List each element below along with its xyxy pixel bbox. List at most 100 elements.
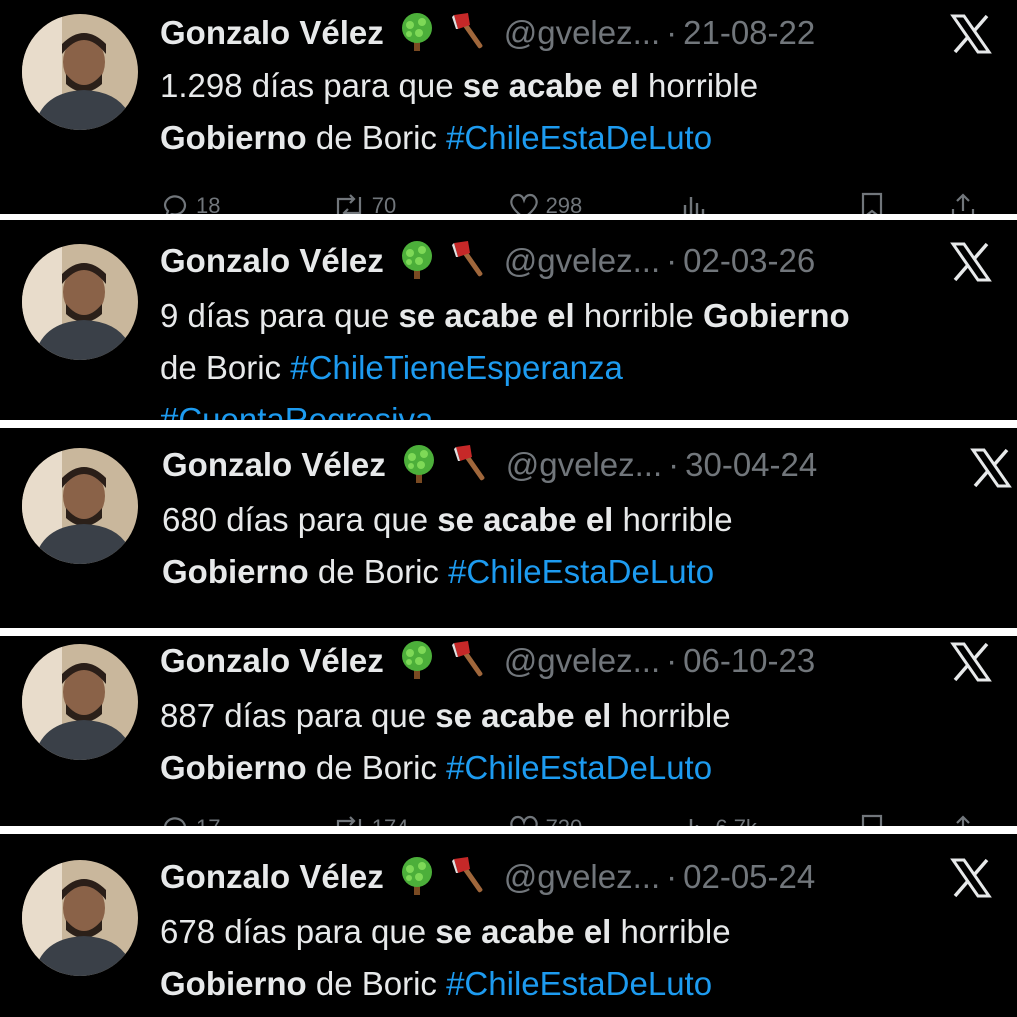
user-handle[interactable]: @gvelez... — [504, 642, 660, 680]
reply-count: 18 — [196, 193, 221, 214]
avatar[interactable] — [22, 644, 138, 760]
display-name[interactable]: Gonzalo Vélez — [162, 446, 386, 484]
retweet-count: 174 — [372, 815, 409, 826]
x-logo-icon[interactable] — [950, 14, 992, 59]
hashtag-link[interactable]: #ChileEstaDeLuto — [446, 749, 712, 786]
avatar[interactable] — [22, 860, 138, 976]
tweet-date[interactable]: 21-08-22 — [683, 14, 815, 52]
hashtag-link[interactable]: #ChileTieneEsperanza — [290, 349, 623, 386]
tweet-text: 680 días para que se acabe el horrible G… — [162, 494, 992, 598]
tree-emoji-icon — [394, 11, 440, 56]
axe-emoji-icon — [450, 239, 490, 284]
separator-dot: · — [666, 242, 678, 279]
text-bold: Gobierno — [160, 119, 307, 156]
tweet-date[interactable]: 02-03-26 — [683, 242, 815, 280]
display-name[interactable]: Gonzalo Vélez — [160, 14, 384, 52]
retweet-count: 70 — [371, 193, 397, 214]
views-icon — [690, 819, 699, 826]
text-segment: horrible — [574, 297, 704, 334]
like-count: 720 — [546, 815, 583, 826]
tweet-card[interactable]: Gonzalo Vélez @gvelez... · 21-08-22 1.29… — [0, 0, 1017, 214]
hashtag-link[interactable]: #ChileEstaDeLuto — [448, 553, 714, 590]
heart-icon — [509, 193, 538, 214]
text-segment: horrible — [611, 697, 731, 734]
views-button[interactable] — [679, 191, 859, 214]
text-segment: de Boric — [306, 119, 447, 156]
axe-emoji-icon — [450, 855, 490, 900]
display-name[interactable]: Gonzalo Vélez — [160, 642, 384, 680]
share-button[interactable] — [949, 813, 977, 826]
text-bold: se acabe el — [437, 501, 614, 538]
separator-dot: · — [666, 858, 678, 895]
user-handle[interactable]: @gvelez... — [506, 446, 662, 484]
bookmark-icon — [862, 814, 883, 826]
x-logo-icon[interactable] — [950, 858, 992, 903]
tree-emoji-icon — [394, 239, 440, 284]
share-button[interactable] — [949, 191, 977, 214]
display-name[interactable]: Gonzalo Vélez — [160, 858, 384, 896]
avatar[interactable] — [22, 448, 138, 564]
x-logo-icon[interactable] — [950, 242, 992, 287]
retweet-button[interactable]: 174 — [332, 813, 508, 826]
user-handle[interactable]: @gvelez... — [504, 858, 660, 896]
tweet-text: 9 días para que se acabe el horrible Gob… — [160, 290, 990, 420]
tweet-card[interactable]: Gonzalo Vélez @gvelez... · 06-10-23 887 … — [0, 636, 1017, 826]
tree-emoji-icon — [396, 443, 442, 488]
text-segment: 9 días para que — [160, 297, 399, 334]
text-segment: 1.298 días para que — [160, 67, 463, 104]
text-segment: de Boric — [306, 965, 447, 1002]
tree-emoji-icon — [394, 639, 440, 684]
text-segment: de Boric — [308, 553, 449, 590]
reply-icon — [164, 817, 186, 826]
hashtag-link[interactable]: #CuentaRegresiva — [160, 401, 433, 420]
x-logo-icon[interactable] — [950, 642, 992, 687]
like-count: 298 — [545, 193, 583, 214]
tweet-card[interactable]: Gonzalo Vélez @gvelez... · 02-05-24 678 … — [0, 834, 1017, 1017]
x-logo-icon[interactable] — [970, 448, 1012, 493]
bookmark-icon — [862, 192, 883, 214]
display-name[interactable]: Gonzalo Vélez — [160, 242, 384, 280]
reply-count: 17 — [196, 815, 220, 826]
tweet-date[interactable]: 02-05-24 — [683, 858, 815, 896]
tweet-date[interactable]: 06-10-23 — [683, 642, 815, 680]
text-segment: 678 días para que — [160, 913, 436, 950]
retweet-button[interactable]: 70 — [332, 191, 508, 214]
reply-icon — [163, 195, 187, 214]
hashtag-link[interactable]: #ChileEstaDeLuto — [446, 965, 712, 1002]
text-bold: Gobierno — [162, 553, 309, 590]
text-bold: se acabe el — [462, 67, 639, 104]
reply-button[interactable]: 18 — [160, 191, 332, 214]
like-button[interactable]: 720 — [508, 813, 680, 826]
avatar[interactable] — [22, 14, 138, 130]
bookmark-button[interactable] — [859, 813, 949, 826]
views-icon — [684, 197, 705, 214]
avatar[interactable] — [22, 244, 138, 360]
user-handle[interactable]: @gvelez... — [504, 14, 660, 52]
tweet-date[interactable]: 30-04-24 — [685, 446, 817, 484]
tweet-card[interactable]: Gonzalo Vélez @gvelez... · 30-04-24 680 … — [0, 428, 1017, 628]
text-bold: Gobierno — [160, 965, 307, 1002]
tweet-card[interactable]: Gonzalo Vélez @gvelez... · 02-03-26 9 dí… — [0, 220, 1017, 420]
views-count: 6.7k — [715, 815, 757, 826]
text-segment: horrible — [638, 67, 759, 104]
views-button[interactable]: 6.7k — [679, 813, 859, 826]
tweet-text: 1.298 días para que se acabe el horrible… — [160, 60, 990, 164]
share-icon — [956, 815, 970, 826]
separator-dot: · — [668, 446, 680, 483]
action-bar: 18 70 298 — [160, 186, 977, 214]
hashtag-link[interactable]: #ChileEstaDeLuto — [446, 119, 712, 156]
bookmark-button[interactable] — [859, 191, 949, 214]
text-segment: 680 días para que — [162, 501, 438, 538]
text-segment: horrible — [611, 913, 731, 950]
text-bold: Gobierno — [703, 297, 850, 334]
axe-emoji-icon — [450, 639, 490, 684]
separator-dot: · — [666, 642, 678, 679]
text-segment: 887 días para que — [160, 697, 436, 734]
user-handle[interactable]: @gvelez... — [504, 242, 660, 280]
tree-emoji-icon — [394, 855, 440, 900]
like-button[interactable]: 298 — [508, 191, 680, 214]
text-bold: se acabe el — [435, 913, 612, 950]
text-segment: horrible — [613, 501, 733, 538]
heart-icon — [509, 815, 538, 826]
reply-button[interactable]: 17 — [160, 813, 332, 826]
